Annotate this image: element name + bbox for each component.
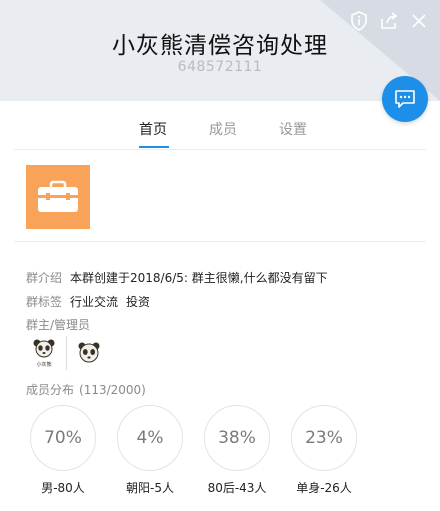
- distribution-header: 成员分布 (113/2000): [26, 381, 154, 398]
- tab-settings[interactable]: 设置: [279, 119, 307, 149]
- tags-label: 群标签: [26, 295, 63, 309]
- tag-item: 投资: [126, 295, 151, 309]
- stat-percent: 4%: [117, 405, 183, 471]
- stat-location[interactable]: 4% 朝阳-5人: [115, 405, 185, 496]
- distribution-label: 成员分布: [26, 383, 75, 397]
- group-header: 小灰熊清偿咨询处理 648572111: [0, 0, 440, 101]
- panda-icon: 小灰熊: [33, 339, 55, 368]
- briefcase-icon: [38, 180, 78, 212]
- owner-avatar[interactable]: 小灰熊: [30, 337, 58, 369]
- admin-list: 小灰熊: [30, 336, 103, 370]
- intro-row: 群介绍 本群创建于2018/6/5: 群主很懒,什么都没有留下: [26, 269, 328, 286]
- chat-bubble-icon: [395, 90, 415, 108]
- chat-button[interactable]: [382, 76, 428, 122]
- tags-row: 群标签 行业交流 投资: [26, 293, 158, 310]
- tag-item: 行业交流: [70, 295, 119, 309]
- panda-icon: [78, 342, 100, 363]
- stat-age[interactable]: 38% 80后-43人: [202, 405, 272, 496]
- shield-info-icon[interactable]: [348, 10, 370, 32]
- tab-home[interactable]: 首页: [139, 119, 167, 149]
- stat-caption: 男-80人: [41, 481, 85, 495]
- group-avatar[interactable]: [26, 165, 90, 229]
- tab-bar: 首页 成员 设置: [0, 119, 440, 151]
- stat-caption: 朝阳-5人: [126, 481, 174, 495]
- tab-divider: [14, 149, 426, 150]
- admin-divider: [66, 336, 67, 370]
- tab-members[interactable]: 成员: [209, 119, 237, 149]
- stat-percent: 23%: [291, 405, 357, 471]
- stat-gender[interactable]: 70% 男-80人: [28, 405, 98, 496]
- close-icon[interactable]: [408, 10, 430, 32]
- intro-label: 群介绍: [26, 271, 63, 285]
- active-tab-indicator: [139, 146, 169, 148]
- stat-percent: 38%: [204, 405, 270, 471]
- share-icon[interactable]: [378, 10, 400, 32]
- member-distribution: 70% 男-80人 4% 朝阳-5人 38% 80后-43人 23% 单身-26…: [28, 405, 428, 505]
- stat-percent: 70%: [30, 405, 96, 471]
- admin-avatar[interactable]: [75, 337, 103, 369]
- stat-relationship[interactable]: 23% 单身-26人: [289, 405, 359, 496]
- stat-caption: 单身-26人: [296, 481, 352, 495]
- window-controls: [348, 10, 430, 32]
- intro-value: 本群创建于2018/6/5: 群主很懒,什么都没有留下: [70, 271, 328, 285]
- group-id: 648572111: [177, 59, 263, 75]
- admins-label: 群主/管理员: [26, 318, 91, 332]
- stat-caption: 80后-43人: [207, 481, 267, 495]
- owner-logo-text: 小灰熊: [36, 361, 51, 368]
- section-divider: [14, 241, 426, 242]
- member-count: (113/2000): [79, 382, 146, 397]
